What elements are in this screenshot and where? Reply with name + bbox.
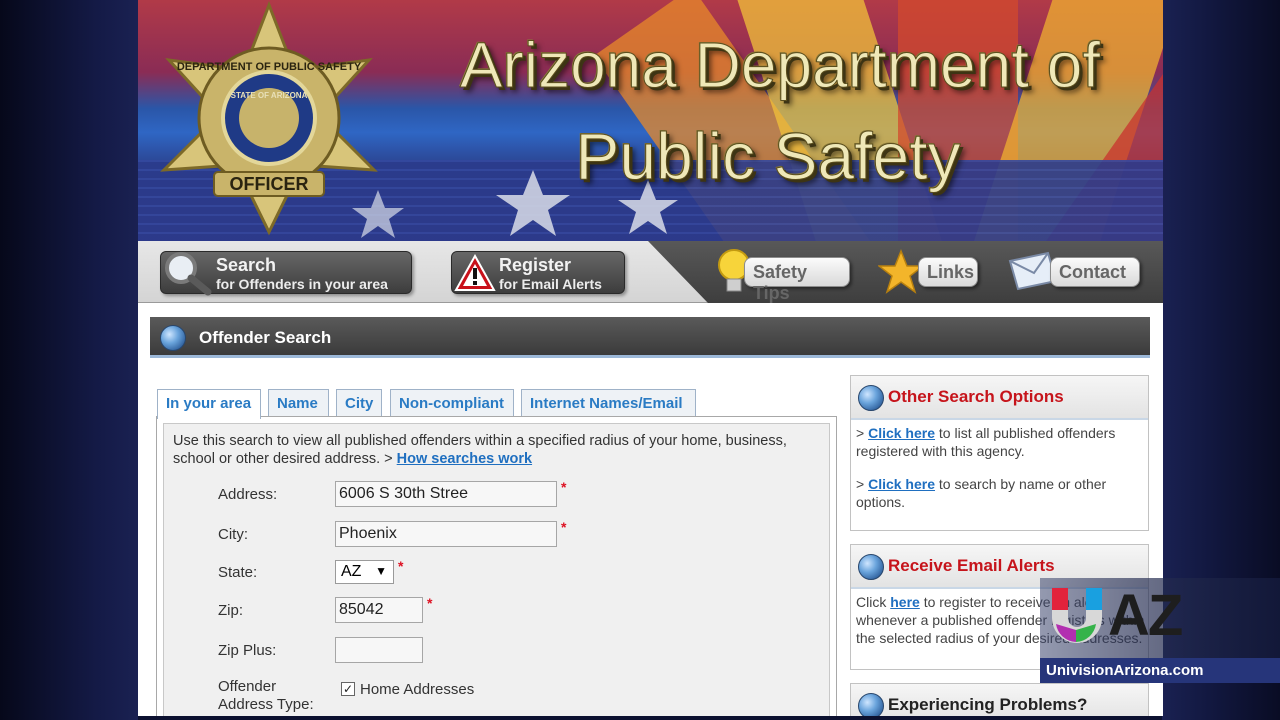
svg-text:STATE OF ARIZONA: STATE OF ARIZONA [231,91,308,100]
banner-title-line1: Arizona Department of [459,29,1101,102]
zip-input[interactable]: 85042 [335,597,423,623]
problems-title: Experiencing Problems? [888,695,1088,714]
zip-label: Zip: [218,602,244,619]
other-search-title: Other Search Options [888,387,1064,406]
tab-internet-names-email[interactable]: Internet Names/Email [521,389,696,417]
banner-title-line2: Public Safety [575,119,961,194]
tab-in-your-area[interactable]: In your area [157,389,261,419]
dps-officer-badge-icon: OFFICER DEPARTMENT OF PUBLIC SAFETY STAT… [160,0,378,236]
search-by-name-link[interactable]: Click here [868,476,935,492]
city-label: City: [218,526,248,543]
home-addresses-label: Home Addresses [360,681,475,698]
zip-plus-input[interactable] [335,637,423,663]
required-mark: * [398,558,404,574]
state-select[interactable]: AZ ▼ [335,560,394,584]
tab-non-compliant[interactable]: Non-compliant [390,389,514,417]
required-mark: * [561,519,567,535]
univision-u-icon [1052,588,1102,643]
list-all-offenders-link[interactable]: Click here [868,425,935,441]
offender-type-label: Offender [218,678,277,695]
warning-icon [454,254,496,291]
safety-tips-link[interactable]: Safety Tips [744,257,850,303]
register-email-alerts-button[interactable]: Register for Email Alerts [451,251,625,294]
state-label: State: [218,564,258,581]
video-frame-left [0,0,138,720]
links-link[interactable]: Links [918,257,978,287]
univision-url: UnivisionArizona.com [1040,658,1280,683]
svg-text:DEPARTMENT OF PUBLIC SAFETY: DEPARTMENT OF PUBLIC SAFETY [177,61,362,73]
svg-text:OFFICER: OFFICER [230,174,309,194]
web-page: OFFICER DEPARTMENT OF PUBLIC SAFETY STAT… [138,0,1163,716]
city-input[interactable]: Phoenix [335,521,557,547]
other-search-item-1: > Click here to list all published offen… [856,425,1116,459]
email-alerts-title: Receive Email Alerts [888,556,1055,575]
address-label: Address: [218,486,278,503]
globe-icon [858,693,884,716]
dropdown-arrow-icon: ▼ [375,564,387,578]
offender-search-header: Offender Search [150,317,1150,358]
required-mark: * [561,479,567,495]
section-title: Offender Search [199,328,332,347]
tab-city[interactable]: City [336,389,382,417]
address-input[interactable]: 6006 S 30th Stree [335,481,557,507]
tab-name[interactable]: Name [268,389,329,417]
az-logo-text: AZ [1108,583,1183,648]
site-banner: OFFICER DEPARTMENT OF PUBLIC SAFETY STAT… [138,0,1163,241]
register-alert-link[interactable]: here [890,594,920,610]
home-addresses-checkbox[interactable]: ✓ [341,682,355,696]
search-form: Use this search to view all published of… [163,423,830,716]
experiencing-problems-box: Experiencing Problems? [850,683,1149,716]
address-type-label: Address Type: [218,696,314,713]
other-search-item-2: > Click here to search by name or other … [856,476,1107,510]
search-description: Use this search to view all published of… [173,433,787,467]
zip-plus-label: Zip Plus: [218,642,277,659]
how-searches-work-link[interactable]: How searches work [397,451,532,467]
search-offenders-button[interactable]: Search for Offenders in your area [160,251,412,296]
globe-icon [160,325,186,351]
other-search-options-box: Other Search Options > Click here to lis… [850,375,1149,531]
globe-icon [858,385,884,411]
contact-link[interactable]: Contact [1050,257,1140,287]
magnifier-icon [165,252,212,296]
main-nav: Search for Offenders in your area Regist… [138,241,1163,303]
search-tab-panel: Use this search to view all published of… [156,416,837,716]
univision-arizona-logo: AZ UnivisionArizona.com [1040,578,1280,683]
globe-icon [858,554,884,580]
required-mark: * [427,595,433,611]
